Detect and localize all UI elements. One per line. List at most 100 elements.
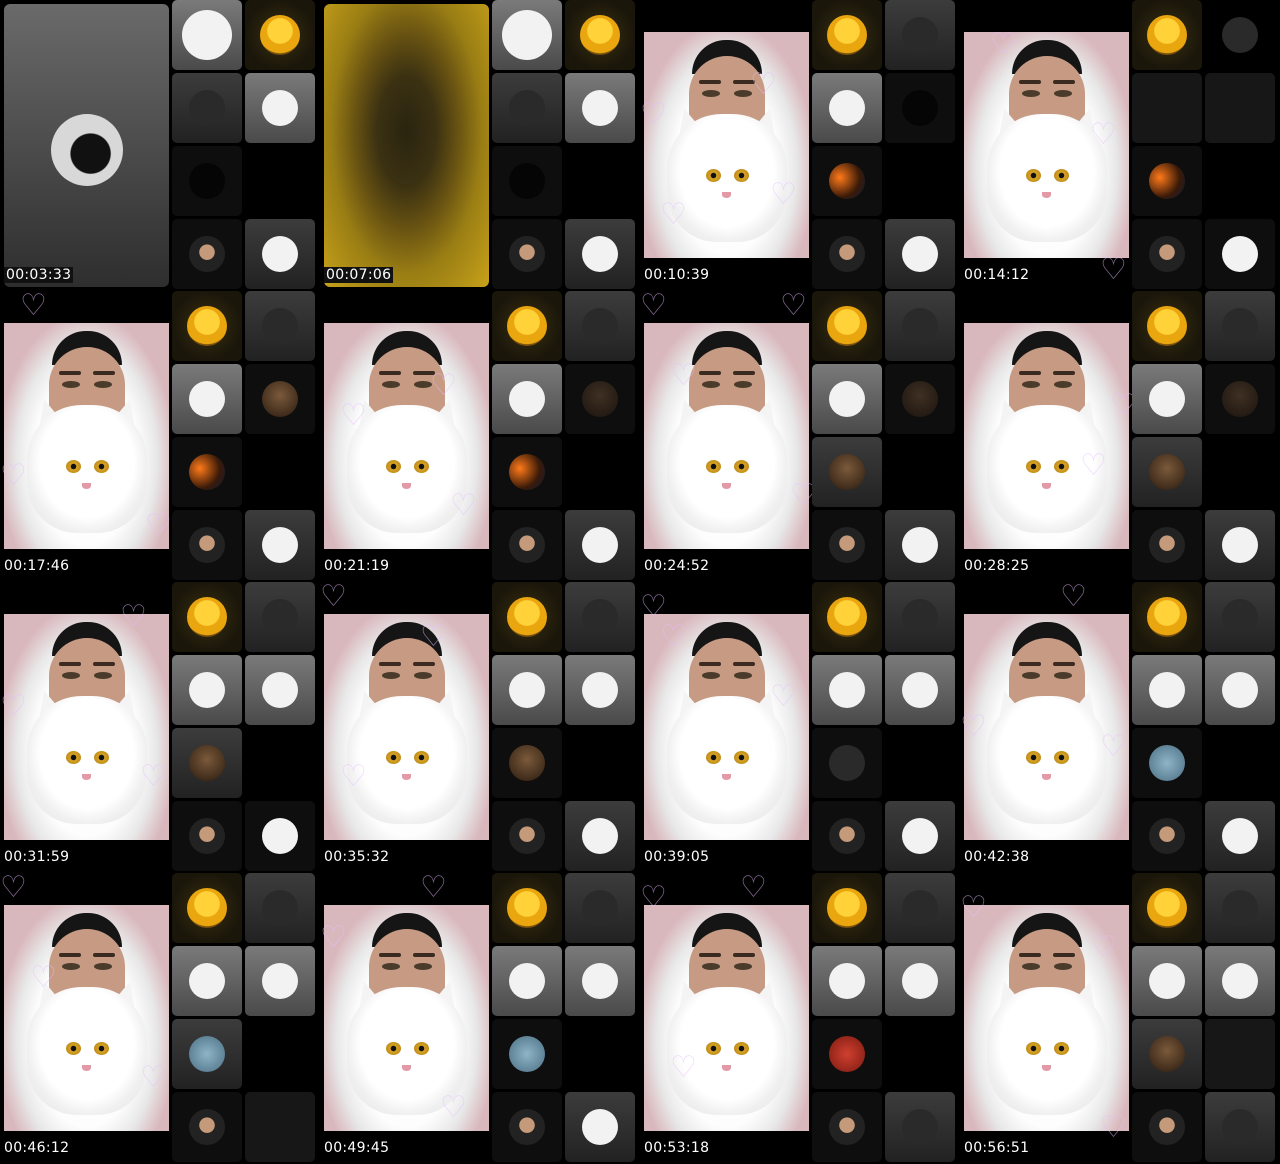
- participant-tile[interactable]: [172, 219, 242, 289]
- participant-tile[interactable]: [172, 946, 242, 1016]
- participant-tile[interactable]: [565, 0, 635, 70]
- participant-tile[interactable]: [492, 946, 562, 1016]
- participant-tile[interactable]: [1205, 437, 1275, 507]
- participant-tile[interactable]: [812, 510, 882, 580]
- participant-tile[interactable]: [812, 1019, 882, 1089]
- participant-tile[interactable]: [245, 946, 315, 1016]
- participant-tile[interactable]: [492, 510, 562, 580]
- participant-tile[interactable]: [172, 582, 242, 652]
- participant-tile[interactable]: [492, 146, 562, 216]
- participant-tile[interactable]: [492, 291, 562, 361]
- participant-tile[interactable]: [492, 728, 562, 798]
- participant-tile[interactable]: [1205, 655, 1275, 725]
- participant-tile[interactable]: [1132, 510, 1202, 580]
- participant-tile[interactable]: [885, 0, 955, 70]
- participant-tile[interactable]: [245, 801, 315, 871]
- participant-tile[interactable]: [565, 873, 635, 943]
- participant-tile[interactable]: [885, 219, 955, 289]
- participant-tile[interactable]: [1132, 0, 1202, 70]
- participant-tile[interactable]: [812, 291, 882, 361]
- participant-tile[interactable]: [565, 364, 635, 434]
- participant-tile[interactable]: [172, 655, 242, 725]
- participant-tile[interactable]: [492, 0, 562, 70]
- participant-tile[interactable]: [812, 873, 882, 943]
- participant-tile[interactable]: [565, 655, 635, 725]
- participant-tile[interactable]: [565, 728, 635, 798]
- participant-tile[interactable]: [245, 437, 315, 507]
- participant-tile[interactable]: [492, 364, 562, 434]
- participant-tile[interactable]: [1132, 1092, 1202, 1162]
- participant-tile[interactable]: [245, 364, 315, 434]
- participant-tile[interactable]: [172, 0, 242, 70]
- participant-tile[interactable]: [1205, 582, 1275, 652]
- participant-tile[interactable]: [1132, 219, 1202, 289]
- participant-tile[interactable]: [812, 801, 882, 871]
- participant-tile[interactable]: [1132, 801, 1202, 871]
- participant-tile[interactable]: [812, 582, 882, 652]
- participant-tile[interactable]: [1205, 801, 1275, 871]
- participant-tile[interactable]: [172, 73, 242, 143]
- participant-tile[interactable]: [1205, 873, 1275, 943]
- participant-tile[interactable]: [565, 437, 635, 507]
- participant-tile[interactable]: [492, 873, 562, 943]
- participant-tile[interactable]: [1205, 946, 1275, 1016]
- participant-tile[interactable]: [172, 291, 242, 361]
- participant-tile[interactable]: [885, 946, 955, 1016]
- participant-tile[interactable]: [885, 655, 955, 725]
- participant-tile[interactable]: [1205, 146, 1275, 216]
- participant-tile[interactable]: [1205, 219, 1275, 289]
- participant-tile[interactable]: [1132, 73, 1202, 143]
- participant-tile[interactable]: [565, 291, 635, 361]
- participant-tile[interactable]: [1205, 364, 1275, 434]
- participant-tile[interactable]: [885, 437, 955, 507]
- participant-tile[interactable]: [812, 0, 882, 70]
- participant-tile[interactable]: [565, 73, 635, 143]
- participant-tile[interactable]: [812, 437, 882, 507]
- participant-tile[interactable]: [565, 1019, 635, 1089]
- participant-tile[interactable]: [885, 73, 955, 143]
- participant-tile[interactable]: [1205, 1019, 1275, 1089]
- participant-tile[interactable]: [245, 1019, 315, 1089]
- participant-tile[interactable]: [245, 582, 315, 652]
- participant-tile[interactable]: [492, 437, 562, 507]
- participant-tile[interactable]: [1132, 1019, 1202, 1089]
- participant-tile[interactable]: [565, 510, 635, 580]
- participant-tile[interactable]: [245, 219, 315, 289]
- participant-tile[interactable]: [172, 510, 242, 580]
- participant-tile[interactable]: [1205, 291, 1275, 361]
- participant-tile[interactable]: [172, 364, 242, 434]
- participant-tile[interactable]: [1205, 728, 1275, 798]
- participant-tile[interactable]: [245, 1092, 315, 1162]
- participant-tile[interactable]: [885, 1092, 955, 1162]
- participant-tile[interactable]: [812, 1092, 882, 1162]
- participant-tile[interactable]: [245, 873, 315, 943]
- participant-tile[interactable]: [812, 728, 882, 798]
- participant-tile[interactable]: [1132, 146, 1202, 216]
- participant-tile[interactable]: [565, 582, 635, 652]
- participant-tile[interactable]: [812, 655, 882, 725]
- participant-tile[interactable]: [1205, 73, 1275, 143]
- participant-tile[interactable]: [812, 219, 882, 289]
- participant-tile[interactable]: [1132, 291, 1202, 361]
- participant-tile[interactable]: [885, 801, 955, 871]
- participant-tile[interactable]: [492, 801, 562, 871]
- participant-tile[interactable]: [172, 801, 242, 871]
- participant-tile[interactable]: [812, 146, 882, 216]
- participant-tile[interactable]: [1205, 510, 1275, 580]
- participant-tile[interactable]: [565, 219, 635, 289]
- participant-tile[interactable]: [1132, 437, 1202, 507]
- participant-tile[interactable]: [885, 1019, 955, 1089]
- participant-tile[interactable]: [565, 801, 635, 871]
- participant-tile[interactable]: [1132, 728, 1202, 798]
- participant-tile[interactable]: [1132, 873, 1202, 943]
- participant-tile[interactable]: [885, 291, 955, 361]
- participant-tile[interactable]: [245, 291, 315, 361]
- participant-tile[interactable]: [1132, 364, 1202, 434]
- participant-tile[interactable]: [1205, 0, 1275, 70]
- participant-tile[interactable]: [885, 146, 955, 216]
- participant-tile[interactable]: [245, 655, 315, 725]
- participant-tile[interactable]: [172, 146, 242, 216]
- participant-tile[interactable]: [565, 946, 635, 1016]
- participant-tile[interactable]: [1132, 946, 1202, 1016]
- participant-tile[interactable]: [1132, 655, 1202, 725]
